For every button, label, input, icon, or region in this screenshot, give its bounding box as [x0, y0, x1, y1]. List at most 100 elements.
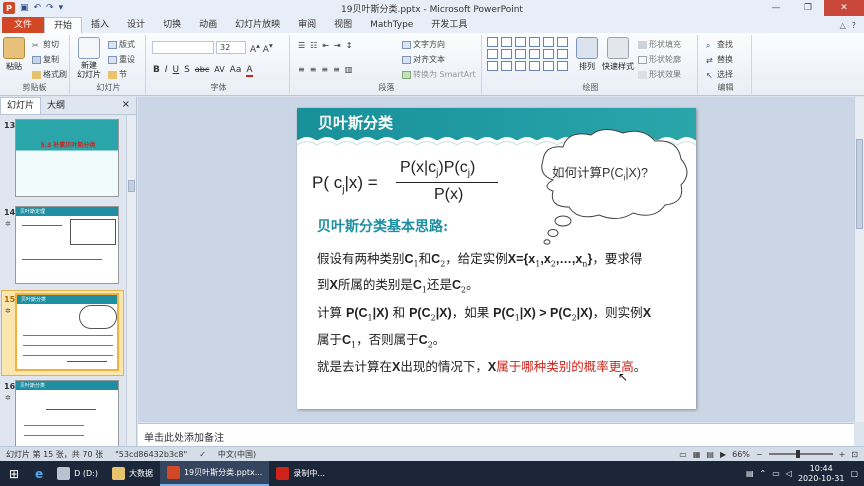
shape-fill-button[interactable]: 形状填充 [638, 39, 681, 50]
find-button[interactable]: ⌕ 查找 [706, 39, 733, 50]
section-button[interactable]: 节 [108, 69, 127, 80]
line-spacing-icon[interactable]: ↕ [346, 41, 353, 50]
justify-icon[interactable]: ≡ [333, 65, 340, 74]
reset-button[interactable]: 重设 [108, 54, 135, 65]
new-slide-button[interactable]: 新建 幻灯片 [76, 37, 102, 79]
shape-effects-button[interactable]: 形状效果 [638, 69, 681, 80]
shape-triangle-icon[interactable] [487, 49, 498, 59]
smartart-button[interactable]: 转换为 SmartArt [402, 69, 476, 80]
paste-button[interactable]: 粘贴 [3, 37, 25, 72]
shape-pentagon-icon[interactable] [515, 49, 526, 59]
minimize-ribbon-icon[interactable]: △ [840, 21, 846, 30]
arrange-button[interactable]: 排列 [576, 37, 598, 72]
slide-thumbnail-14[interactable]: 14 ✲ 贝叶斯定理 [0, 206, 125, 286]
shape-freeform-icon[interactable] [529, 61, 540, 71]
cut-button[interactable]: ✂ 剪切 [32, 39, 59, 50]
tab-insert[interactable]: 插入 [82, 17, 118, 33]
shape-roundrect-icon[interactable] [543, 37, 554, 47]
zoom-slider-knob[interactable] [795, 450, 800, 458]
quick-styles-button[interactable]: 快速样式 [602, 37, 634, 72]
undo-icon[interactable]: ↶ [34, 3, 42, 13]
windows-start-icon[interactable]: ⊞ [0, 461, 28, 486]
tab-animations[interactable]: 动画 [190, 17, 226, 33]
slide-thumbnail-16[interactable]: 16 ✲ 贝叶斯分类 [0, 380, 125, 446]
tray-chevron-icon[interactable]: ⌃ [760, 469, 767, 478]
select-button[interactable]: ↖ 选择 [706, 69, 733, 80]
shape-line-icon[interactable] [501, 37, 512, 47]
columns-icon[interactable]: ▥ [345, 65, 353, 74]
bold-button[interactable]: B [153, 65, 160, 77]
shape-oval-icon[interactable] [557, 37, 568, 47]
tab-file[interactable]: 文件 [2, 17, 45, 33]
shape-outline-button[interactable]: 形状轮廓 [638, 54, 681, 65]
slideshow-view-icon[interactable]: ▶ [720, 450, 726, 459]
notes-pane[interactable]: 单击此处添加备注 [138, 423, 854, 446]
shadow-button[interactable]: S [184, 65, 190, 77]
fit-to-window-icon[interactable]: ⊡ [851, 450, 858, 459]
replace-button[interactable]: ⇄ 替换 [706, 54, 733, 65]
slide-canvas[interactable]: 贝叶斯分类 P( cj|x) = P(x|cj)P(cj) P(x) 如何计算P… [297, 108, 696, 409]
align-center-icon[interactable]: ≡ [310, 65, 317, 74]
body-line-4[interactable]: 属于C1，否则属于C2。 [317, 329, 445, 350]
shapes-gallery[interactable] [487, 37, 568, 71]
body-line-1[interactable]: 假设有两种类别C1和C2，给定实例X={x1,x2,…,xn}，要求得 [317, 248, 642, 269]
strikethrough-button[interactable]: abc [195, 65, 209, 77]
slide-subheading[interactable]: 贝叶斯分类基本思路: [317, 216, 448, 236]
tab-transitions[interactable]: 切换 [154, 17, 190, 33]
slide-thumbnail-15[interactable]: 15 ✲ 贝叶斯分类 [0, 293, 125, 373]
char-spacing-button[interactable]: AV [214, 65, 224, 77]
italic-button[interactable]: I [165, 65, 168, 77]
shape-callout-icon[interactable] [543, 61, 554, 71]
tab-mathtype[interactable]: MathType [361, 17, 422, 33]
zoom-level[interactable]: 66% [732, 450, 750, 459]
copy-button[interactable]: 复制 [32, 54, 59, 65]
scrollbar-thumb[interactable] [856, 139, 863, 229]
shape-octagon-icon[interactable] [543, 49, 554, 59]
shape-hexagon-icon[interactable] [529, 49, 540, 59]
zoom-in-icon[interactable]: + [839, 450, 846, 459]
body-line-3[interactable]: 计算 P(C1|X) 和 P(C2|X)，如果 P(C1|X) > P(C2|X… [317, 302, 651, 323]
increase-indent-icon[interactable]: ⇥ [334, 41, 341, 50]
tab-design[interactable]: 设计 [118, 17, 154, 33]
tab-review[interactable]: 审阅 [289, 17, 325, 33]
tab-developer[interactable]: 开发工具 [422, 17, 476, 33]
font-color-button[interactable]: A [246, 65, 253, 77]
shape-star-icon[interactable] [557, 49, 568, 59]
align-text-button[interactable]: 对齐文本 [402, 54, 445, 65]
shape-more-icon[interactable] [557, 61, 568, 71]
spellcheck-icon[interactable]: ✓ [193, 450, 212, 459]
thought-bubble[interactable] [533, 125, 693, 247]
network-icon[interactable]: ▤ [746, 469, 754, 478]
clock[interactable]: 10:44 2020-10-31 [798, 464, 845, 484]
battery-icon[interactable]: ▭ [772, 469, 780, 478]
maximize-button[interactable]: ❐ [792, 0, 824, 16]
editor-scrollbar[interactable] [854, 97, 864, 422]
tab-outline[interactable]: 大纲 [41, 98, 71, 114]
shape-bracket-icon[interactable] [501, 61, 512, 71]
font-name-box[interactable] [152, 41, 214, 54]
slides-panel-scrollbar[interactable] [126, 115, 136, 446]
tab-slideshow[interactable]: 幻灯片放映 [226, 17, 289, 33]
theme-name[interactable]: "53cd86432b3c8" [109, 450, 193, 459]
taskbar-drive-d[interactable]: D (D:) [50, 461, 105, 486]
slide-sorter-icon[interactable]: ▦ [693, 450, 701, 459]
customize-qat-icon[interactable]: ▾ [59, 3, 64, 13]
powerpoint-logo-icon[interactable]: P [3, 2, 15, 14]
bullets-icon[interactable]: ☰ [298, 41, 305, 50]
notifications-icon[interactable]: ▢ [850, 469, 858, 478]
shape-textbox-icon[interactable] [487, 37, 498, 47]
volume-icon[interactable]: ◁ [786, 469, 792, 478]
taskbar-folder-bigdata[interactable]: 大数据 [105, 461, 160, 486]
decrease-indent-icon[interactable]: ⇤ [322, 41, 329, 50]
redo-icon[interactable]: ↷ [46, 3, 54, 13]
numbering-icon[interactable]: ☷ [310, 41, 317, 50]
grow-font-icon[interactable]: A▴ A▾ [250, 41, 273, 55]
taskbar-ie[interactable]: e [28, 461, 50, 486]
zoom-slider[interactable] [768, 450, 833, 458]
language-indicator[interactable]: 中文(中国) [212, 449, 262, 460]
tab-view[interactable]: 视图 [325, 17, 361, 33]
close-button[interactable]: ✕ [824, 0, 864, 16]
shape-brace-icon[interactable] [487, 61, 498, 71]
taskbar-powerpoint[interactable]: 19贝叶斯分类.pptx... [159, 461, 270, 486]
minimize-button[interactable]: — [760, 0, 792, 16]
